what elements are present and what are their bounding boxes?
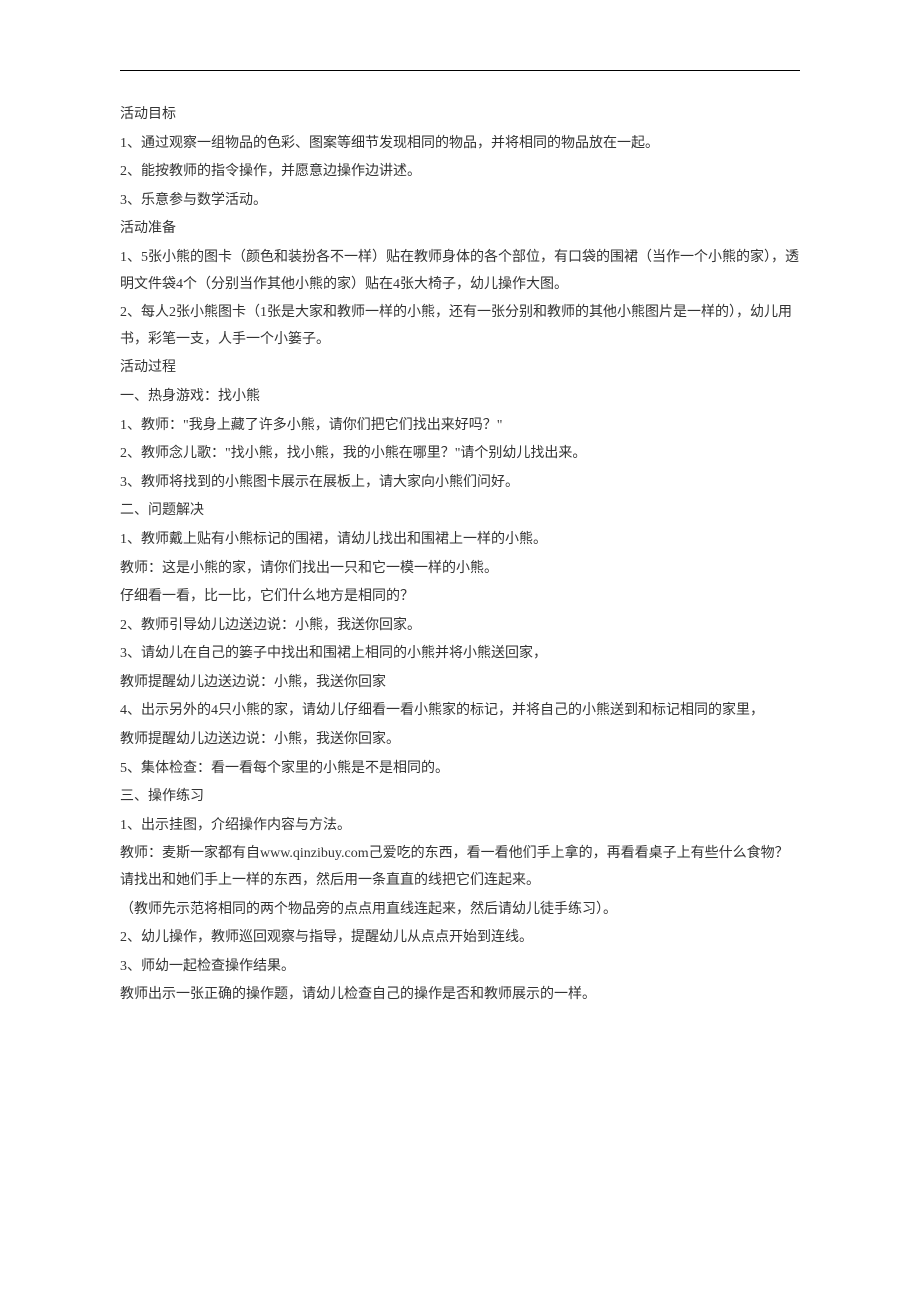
text-line: 2、教师念儿歌："找小熊，找小熊，我的小熊在哪里？"请个别幼儿找出来。 [120, 440, 800, 469]
text-line: 教师：这是小熊的家，请你们找出一只和它一模一样的小熊。 [120, 555, 800, 584]
text-line: 2、每人2张小熊图卡（1张是大家和教师一样的小熊，还有一张分别和教师的其他小熊图… [120, 299, 800, 354]
text-line: 活动目标 [120, 101, 800, 130]
horizontal-rule [120, 70, 800, 71]
text-line: 教师：麦斯一家都有自www.qinzibuy.com己爱吃的东西，看一看他们手上… [120, 840, 800, 895]
text-line: 1、教师："我身上藏了许多小熊，请你们把它们找出来好吗？" [120, 412, 800, 441]
text-line: （教师先示范将相同的两个物品旁的点点用直线连起来，然后请幼儿徒手练习）。 [120, 896, 800, 925]
text-line: 仔细看一看，比一比，它们什么地方是相同的？ [120, 583, 800, 612]
text-line: 二、问题解决 [120, 497, 800, 526]
text-line: 3、请幼儿在自己的篓子中找出和围裙上相同的小熊并将小熊送回家， [120, 640, 800, 669]
text-line: 教师出示一张正确的操作题，请幼儿检查自己的操作是否和教师展示的一样。 [120, 981, 800, 1010]
text-line: 教师提醒幼儿边送边说：小熊，我送你回家。 [120, 726, 800, 755]
text-line: 1、5张小熊的图卡（颜色和装扮各不一样）贴在教师身体的各个部位，有口袋的围裙（当… [120, 244, 800, 299]
text-line: 2、能按教师的指令操作，并愿意边操作边讲述。 [120, 158, 800, 187]
text-line: 活动准备 [120, 215, 800, 244]
text-line: 活动过程 [120, 354, 800, 383]
text-line: 1、教师戴上贴有小熊标记的围裙，请幼儿找出和围裙上一样的小熊。 [120, 526, 800, 555]
document-page: 活动目标1、通过观察一组物品的色彩、图案等细节发现相同的物品，并将相同的物品放在… [0, 0, 920, 1110]
text-line: 2、幼儿操作，教师巡回观察与指导，提醒幼儿从点点开始到连线。 [120, 924, 800, 953]
text-line: 1、通过观察一组物品的色彩、图案等细节发现相同的物品，并将相同的物品放在一起。 [120, 130, 800, 159]
text-line: 4、出示另外的4只小熊的家，请幼儿仔细看一看小熊家的标记，并将自己的小熊送到和标… [120, 697, 800, 726]
text-line: 一、热身游戏：找小熊 [120, 383, 800, 412]
text-line: 3、教师将找到的小熊图卡展示在展板上，请大家向小熊们问好。 [120, 469, 800, 498]
text-line: 教师提醒幼儿边送边说：小熊，我送你回家 [120, 669, 800, 698]
text-line: 1、出示挂图，介绍操作内容与方法。 [120, 812, 800, 841]
text-line: 3、乐意参与数学活动。 [120, 187, 800, 216]
document-body: 活动目标1、通过观察一组物品的色彩、图案等细节发现相同的物品，并将相同的物品放在… [120, 101, 800, 1010]
text-line: 三、操作练习 [120, 783, 800, 812]
text-line: 5、集体检查：看一看每个家里的小熊是不是相同的。 [120, 755, 800, 784]
text-line: 3、师幼一起检查操作结果。 [120, 953, 800, 982]
text-line: 2、教师引导幼儿边送边说：小熊，我送你回家。 [120, 612, 800, 641]
